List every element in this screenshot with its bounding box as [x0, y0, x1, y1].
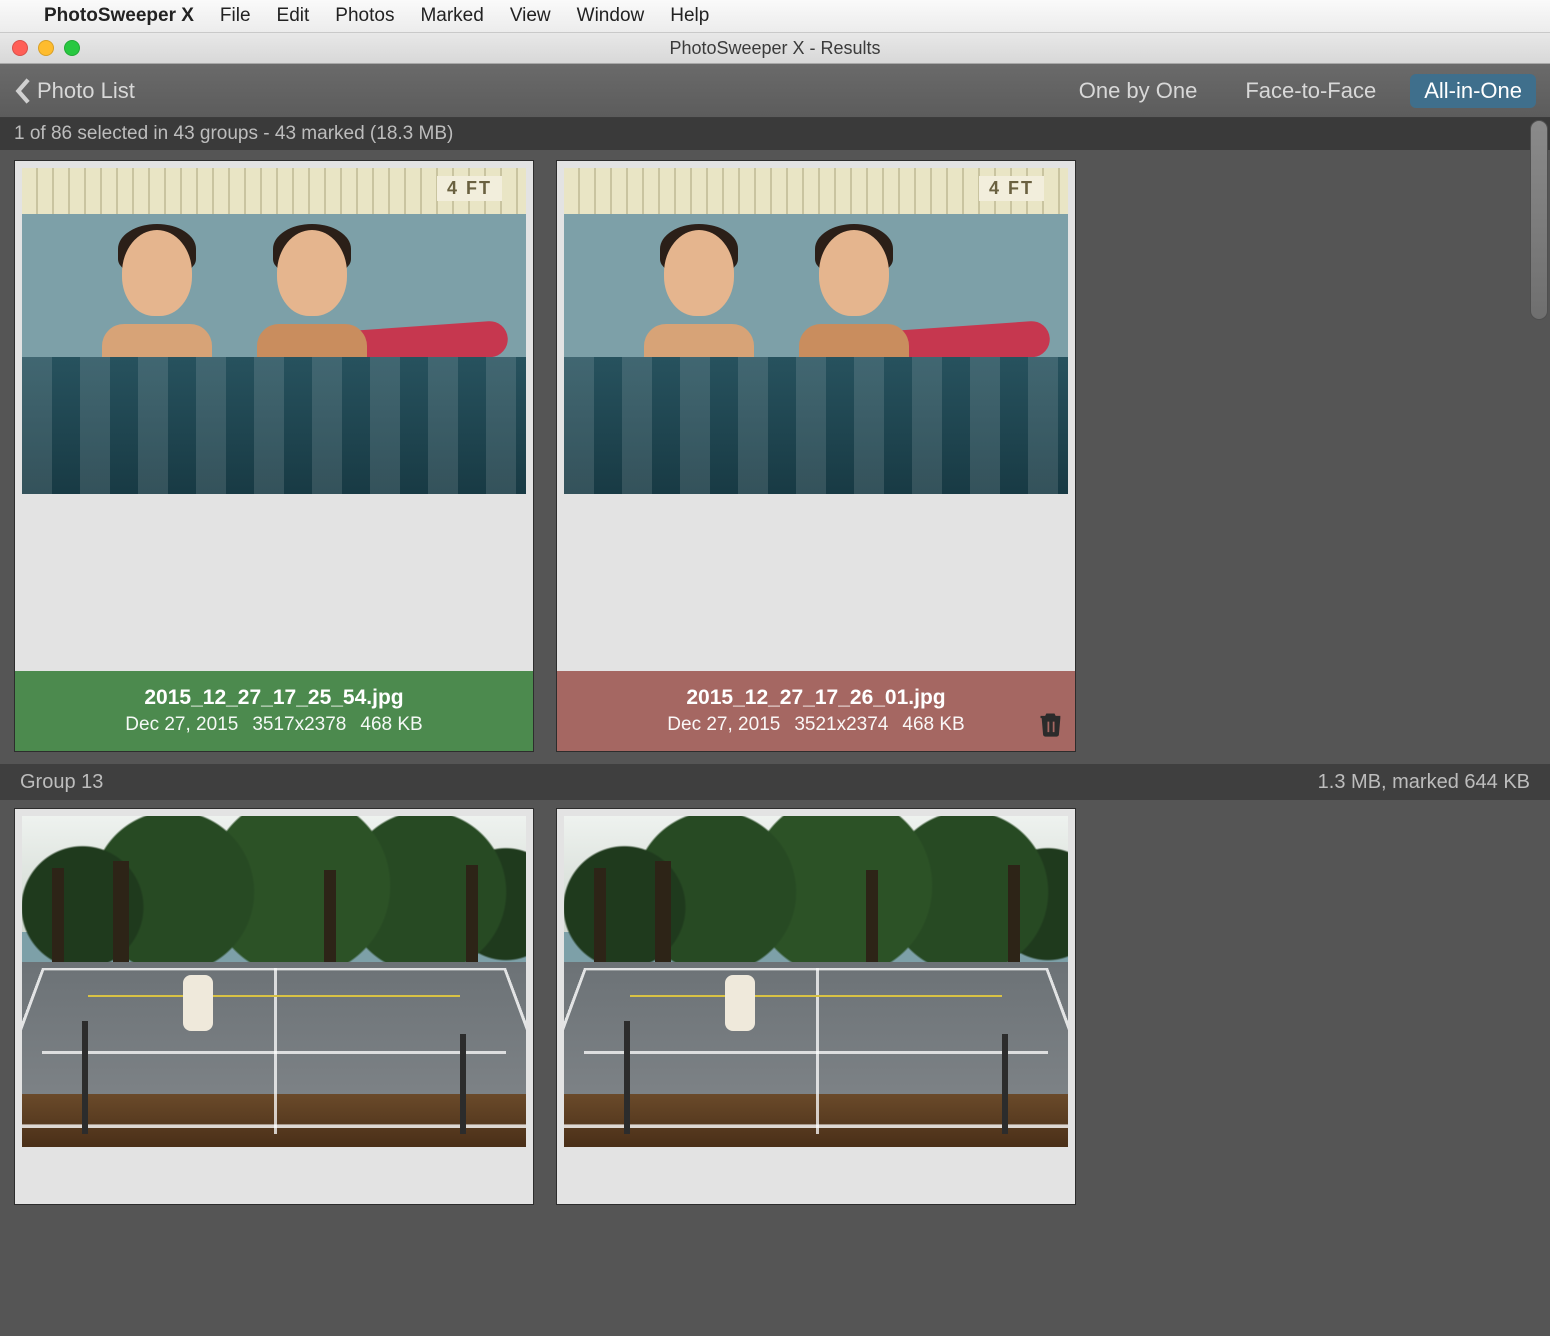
- depth-marker: 4 FT: [437, 176, 502, 201]
- minimize-window-button[interactable]: [38, 40, 54, 56]
- group-row: 4 FT 2015_12_27_17_25_54.jpg Dec 27, 201…: [14, 160, 1536, 752]
- menu-marked[interactable]: Marked: [420, 5, 483, 27]
- close-window-button[interactable]: [12, 40, 28, 56]
- photo-size: 468 KB: [360, 714, 422, 736]
- group-size-summary: 1.3 MB, marked 644 KB: [1318, 771, 1530, 794]
- group-row: [14, 808, 1536, 1205]
- photo-size: 468 KB: [902, 714, 964, 736]
- window-title: PhotoSweeper X - Results: [0, 38, 1550, 59]
- group-title: Group 13: [20, 771, 103, 794]
- photo-thumbnail[interactable]: [557, 809, 1075, 1154]
- menu-edit[interactable]: Edit: [277, 5, 310, 27]
- vertical-scrollbar[interactable]: [1530, 150, 1548, 320]
- menu-window[interactable]: Window: [577, 5, 645, 27]
- viewmode-tabs: One by One Face-to-Face All-in-One: [1065, 74, 1536, 108]
- results-content: 4 FT 2015_12_27_17_25_54.jpg Dec 27, 201…: [0, 150, 1550, 1336]
- group-header: Group 13 1.3 MB, marked 644 KB: [0, 764, 1550, 800]
- photo-dimensions: 3521x2374: [794, 714, 888, 736]
- photo-filename: 2015_12_27_17_25_54.jpg: [144, 686, 403, 710]
- app-name[interactable]: PhotoSweeper X: [44, 5, 194, 27]
- photo-date: Dec 27, 2015: [667, 714, 780, 736]
- window-titlebar: PhotoSweeper X - Results: [0, 32, 1550, 64]
- menu-view[interactable]: View: [510, 5, 551, 27]
- photo-card[interactable]: [556, 808, 1076, 1205]
- viewmode-all-in-one[interactable]: All-in-One: [1410, 74, 1536, 108]
- photo-filename: 2015_12_27_17_26_01.jpg: [686, 686, 945, 710]
- photo-card[interactable]: 4 FT 2015_12_27_17_26_01.jpg Dec 27, 201…: [556, 160, 1076, 752]
- menu-file[interactable]: File: [220, 5, 251, 27]
- photo-thumbnail[interactable]: 4 FT: [15, 161, 533, 501]
- back-button[interactable]: Photo List: [14, 77, 135, 105]
- photo-card[interactable]: 4 FT 2015_12_27_17_25_54.jpg Dec 27, 201…: [14, 160, 534, 752]
- viewmode-face-to-face[interactable]: Face-to-Face: [1231, 74, 1390, 108]
- photo-date: Dec 27, 2015: [125, 714, 238, 736]
- photo-dimensions: 3517x2378: [252, 714, 346, 736]
- photo-footer: 2015_12_27_17_25_54.jpg Dec 27, 2015 351…: [15, 671, 533, 751]
- photo-card[interactable]: [14, 808, 534, 1205]
- selection-status-text: 1 of 86 selected in 43 groups - 43 marke…: [14, 123, 453, 145]
- macos-menubar: PhotoSweeper X File Edit Photos Marked V…: [0, 0, 1550, 32]
- photo-thumbnail[interactable]: 4 FT: [557, 161, 1075, 501]
- photo-thumbnail[interactable]: [15, 809, 533, 1154]
- toolbar: Photo List One by One Face-to-Face All-i…: [0, 64, 1550, 118]
- fullscreen-window-button[interactable]: [64, 40, 80, 56]
- viewmode-one-by-one[interactable]: One by One: [1065, 74, 1212, 108]
- menu-help[interactable]: Help: [670, 5, 709, 27]
- photo-footer: 2015_12_27_17_26_01.jpg Dec 27, 2015 352…: [557, 671, 1075, 751]
- selection-status-bar: 1 of 86 selected in 43 groups - 43 marke…: [0, 118, 1550, 150]
- trash-icon[interactable]: [1037, 710, 1065, 743]
- depth-marker: 4 FT: [979, 176, 1044, 201]
- traffic-lights: [12, 40, 80, 56]
- menu-photos[interactable]: Photos: [335, 5, 394, 27]
- chevron-left-icon: [14, 77, 31, 105]
- back-label: Photo List: [37, 78, 135, 104]
